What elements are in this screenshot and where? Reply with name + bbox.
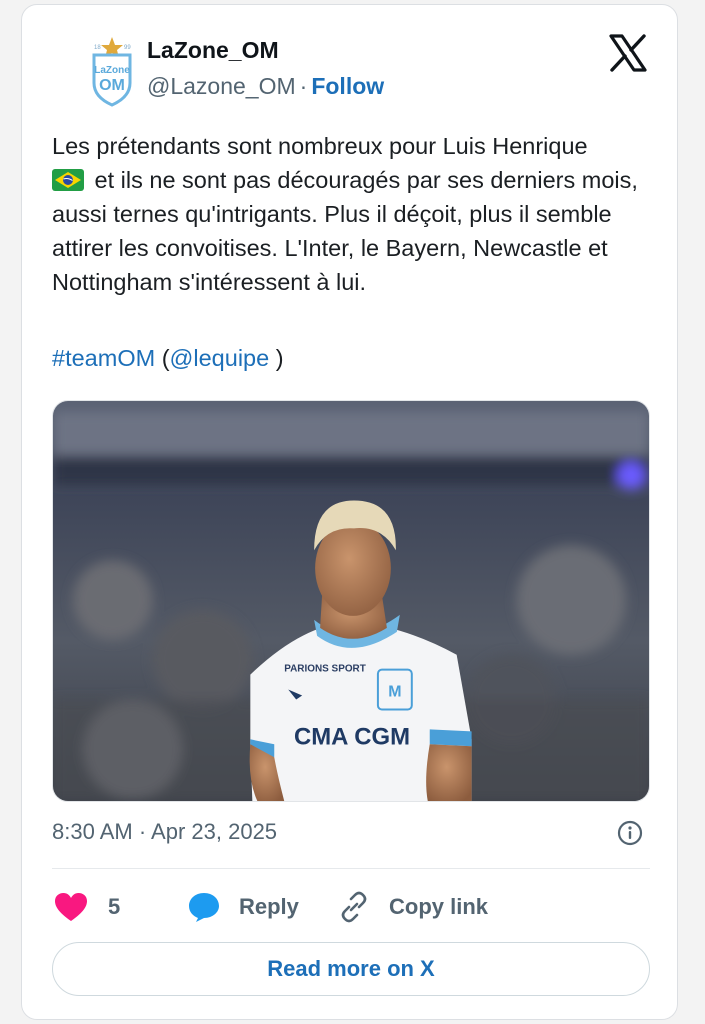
tweet-photo[interactable]: PARIONS SPORT M CMA CGM <box>52 400 650 802</box>
paren-close: ) <box>269 345 284 371</box>
svg-text:M: M <box>388 684 401 701</box>
display-name[interactable]: LaZone_OM <box>147 37 279 64</box>
svg-text:LaZone: LaZone <box>94 65 130 76</box>
svg-text:OM: OM <box>99 77 125 94</box>
copy-link-label: Copy link <box>389 894 489 919</box>
action-bar: 5 Reply Copy link <box>52 885 652 929</box>
copy-link-button[interactable]: Copy link <box>337 885 488 929</box>
handle[interactable]: @Lazone_OM <box>147 73 296 99</box>
info-icon[interactable] <box>617 820 643 846</box>
tweet-card: 18 99 LaZone OM LaZone_OM @Lazone_OM · Fol… <box>21 4 678 1020</box>
timestamp[interactable]: 8:30 AM · Apr 23, 2025 <box>52 819 277 845</box>
handle-row: @Lazone_OM · Follow <box>147 73 384 100</box>
likes-count: 5 <box>108 894 121 919</box>
link-icon <box>341 891 367 923</box>
brazil-flag-icon <box>52 169 84 191</box>
separator-dot: · <box>299 73 308 99</box>
reply-label: Reply <box>239 894 299 919</box>
avatar[interactable]: 18 99 LaZone OM <box>72 35 152 111</box>
x-logo-icon[interactable] <box>608 33 648 73</box>
hashtag-link[interactable]: #teamOM <box>52 345 155 371</box>
mention-link[interactable]: @lequipe <box>170 345 270 371</box>
avatar-year-left: 18 <box>94 45 101 51</box>
paren-open: ( <box>155 345 170 371</box>
heart-icon <box>55 893 87 921</box>
like-button[interactable]: 5 <box>54 885 120 929</box>
shirt-sleeve-sponsor: PARIONS SPORT <box>284 664 366 675</box>
tweet-text-rest: et ils ne sont pas découragés par ses de… <box>52 167 638 295</box>
divider <box>52 868 650 869</box>
tweet-text-line-1: Les prétendants sont nombreux pour Luis … <box>52 133 588 159</box>
avatar-year-right: 99 <box>124 45 131 51</box>
tweet-tags: #teamOM (@lequipe ) <box>52 345 284 372</box>
follow-button[interactable]: Follow <box>311 73 384 99</box>
read-more-button[interactable]: Read more on X <box>52 942 650 996</box>
tweet-text: Les prétendants sont nombreux pour Luis … <box>52 129 662 299</box>
speech-bubble-icon <box>189 893 219 922</box>
shirt-sponsor: CMA CGM <box>294 723 410 750</box>
reply-button[interactable]: Reply <box>187 885 299 929</box>
